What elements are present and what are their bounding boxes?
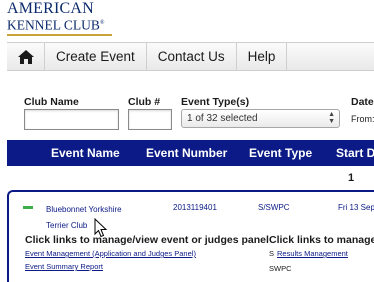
- event-number: 2013119401: [173, 203, 217, 212]
- club-number-input[interactable]: [128, 109, 172, 130]
- from-label: From:: [351, 114, 374, 124]
- header-event-type[interactable]: Event Type: [249, 146, 312, 160]
- header-event-name[interactable]: Event Name: [51, 146, 120, 160]
- event-types-label: Event Type(s): [181, 96, 250, 108]
- collapse-icon[interactable]: [23, 206, 33, 209]
- logo-trademark: ®: [99, 20, 105, 27]
- event-summary-report-link[interactable]: Event Summary Report: [25, 262, 103, 271]
- event-result-card: Bluebonnet Yorkshire Terrier Club 201311…: [7, 190, 374, 282]
- nav-help[interactable]: Help: [237, 43, 288, 70]
- logo-line1: AMERICAN: [7, 0, 94, 18]
- club-number-label: Club #: [128, 96, 161, 108]
- home-icon: [17, 49, 34, 64]
- event-types-value: 1 of 32 selected: [187, 113, 258, 124]
- right-panel-prefix: S: [269, 249, 275, 258]
- page-number[interactable]: 1: [348, 172, 354, 184]
- nav-home-button[interactable]: [7, 43, 45, 70]
- results-management-link[interactable]: Results Management: [277, 249, 348, 258]
- mouse-pointer-icon: [94, 218, 108, 238]
- logo-underline: [7, 33, 112, 36]
- left-panel-title: Click links to manage/view event or judg…: [25, 234, 269, 246]
- right-panel-swpc: SWPC: [269, 264, 292, 273]
- club-name-label: Club Name: [24, 96, 79, 108]
- logo-line2: KENNEL CLUB®: [7, 16, 115, 36]
- main-nav: Create Event Contact Us Help: [7, 42, 374, 71]
- select-arrows-icon: ▲ ▼: [328, 111, 335, 125]
- results-table-header: Event Name Event Number Event Type Start…: [7, 140, 374, 166]
- event-types-select[interactable]: 1 of 32 selected ▲ ▼: [181, 109, 340, 128]
- event-management-link[interactable]: Event Management (Application and Judges…: [25, 249, 196, 258]
- nav-contact-us[interactable]: Contact Us: [147, 43, 237, 70]
- nav-create-event[interactable]: Create Event: [45, 43, 147, 70]
- header-event-number[interactable]: Event Number: [146, 146, 227, 160]
- event-start-date: Fri 13 Sep, 20: [338, 203, 374, 212]
- header-start-date[interactable]: Start Da: [336, 146, 374, 160]
- event-name-line1: Bluebonnet Yorkshire: [46, 205, 122, 214]
- event-type: S/SWPC: [258, 203, 290, 212]
- date-label: Date: [351, 96, 374, 108]
- club-name-input[interactable]: [24, 109, 119, 130]
- right-panel-title: Click links to manage/vi: [269, 234, 374, 246]
- logo-line2-text: KENNEL CLUB: [7, 17, 100, 33]
- akc-logo[interactable]: AMERICAN KENNEL CLUB®: [7, 0, 115, 36]
